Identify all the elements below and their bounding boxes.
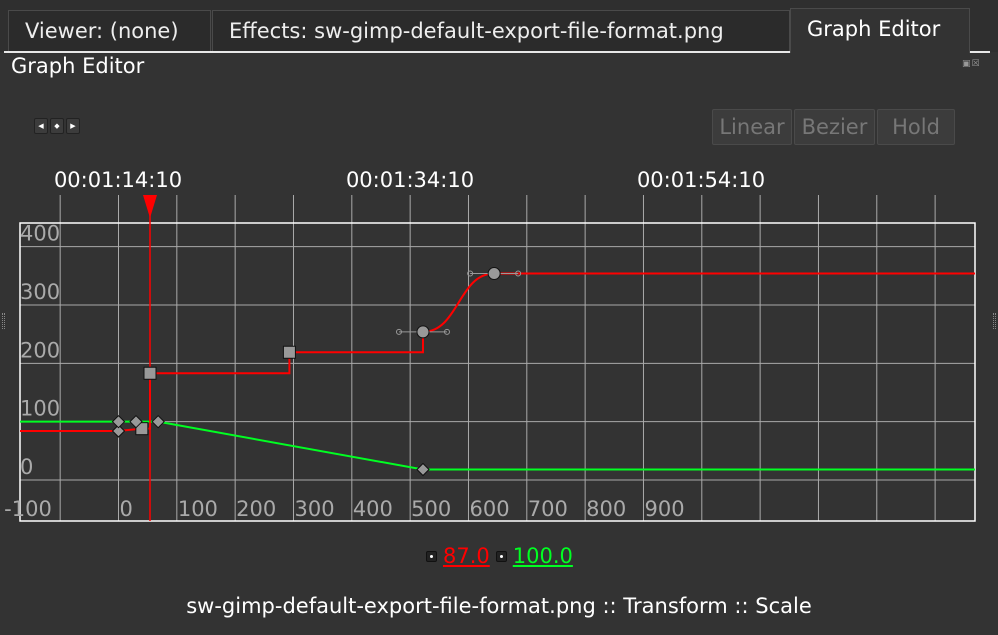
curve-path-label: sw-gimp-default-export-file-format.png :…	[186, 594, 812, 618]
y-tick-label: 200	[20, 338, 60, 362]
curve-1	[20, 420, 975, 471]
keyframe-square[interactable]	[282, 345, 296, 359]
x-tick-label: 200	[236, 497, 276, 521]
y-tick-label: 400	[20, 222, 60, 246]
y-tick-label: 100	[20, 397, 60, 421]
y-tick-label: 0	[20, 455, 33, 479]
keyframe-circle[interactable]	[416, 325, 430, 339]
keyframe-square[interactable]	[143, 366, 157, 380]
x-tick-label: 500	[411, 497, 451, 521]
keyframe-diamond[interactable]	[416, 462, 430, 477]
keyframe-diamond[interactable]	[111, 414, 126, 429]
playhead-marker	[142, 195, 157, 218]
x-tick-label: 900	[644, 497, 684, 521]
x-tick-label: 600	[469, 497, 509, 521]
red-value[interactable]: 87.0	[443, 544, 490, 568]
x-tick-label: 400	[353, 497, 393, 521]
x-tick-label: 100	[178, 497, 218, 521]
value-readout: 87.0 100.0	[426, 544, 573, 568]
green-curve-toggle[interactable]	[495, 550, 507, 562]
curve-0	[20, 272, 975, 433]
x-tick-label: 700	[528, 497, 568, 521]
y-tick-label: 300	[20, 280, 60, 304]
keyframe-diamond[interactable]	[151, 414, 165, 429]
red-curve-toggle[interactable]	[426, 550, 437, 562]
x-tick-label: 0	[120, 497, 133, 521]
green-value[interactable]: 100.0	[513, 544, 573, 568]
x-tick-label: 800	[586, 497, 626, 521]
x-tick-label: -100	[4, 497, 52, 521]
plot-frame	[19, 222, 976, 522]
x-tick-label: 300	[294, 497, 334, 521]
graph-canvas[interactable]: 400 300 200 100 0 -100 0 100 200 300 400 500 600 700 8…	[0, 0, 998, 635]
keyframe-circle[interactable]	[487, 267, 501, 281]
